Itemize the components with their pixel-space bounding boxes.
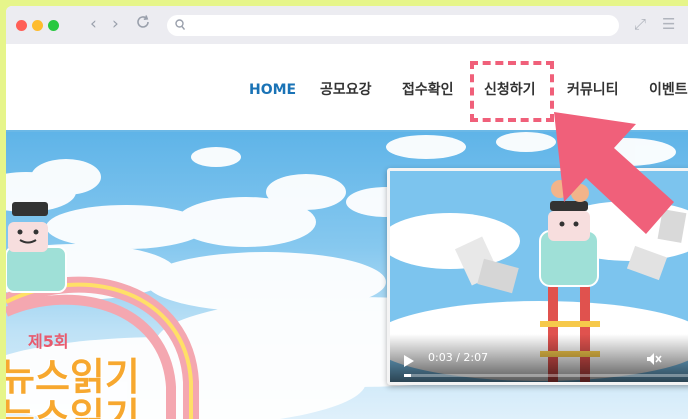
hero-edition: 제5회 bbox=[28, 332, 69, 351]
menu-icon[interactable]: ☰ bbox=[662, 15, 675, 33]
close-window-icon[interactable] bbox=[16, 20, 27, 31]
back-arrow-icon[interactable]: ‹ bbox=[90, 14, 97, 34]
maximize-window-icon[interactable] bbox=[48, 20, 59, 31]
address-bar[interactable] bbox=[167, 15, 619, 36]
hero-title-line1: 뉴스읽기 bbox=[6, 355, 140, 399]
minimize-window-icon[interactable] bbox=[32, 20, 43, 31]
video-progress-fill bbox=[404, 374, 411, 377]
forward-arrow-icon[interactable]: › bbox=[112, 14, 119, 34]
apply-highlight-box bbox=[470, 61, 554, 122]
video-controls: 0:03 / 2:07 bbox=[390, 334, 688, 382]
nav-contest-guide[interactable]: 공모요강 bbox=[320, 80, 372, 100]
main-navigation: HOME 공모요강 접수확인 신청하기 커뮤니티 이벤트 bbox=[6, 80, 688, 104]
play-icon[interactable] bbox=[404, 355, 414, 367]
video-timecode: 0:03 / 2:07 bbox=[428, 351, 489, 364]
nav-event[interactable]: 이벤트 bbox=[649, 80, 688, 100]
reload-icon[interactable] bbox=[134, 13, 152, 36]
video-player[interactable]: 0:03 / 2:07 bbox=[387, 168, 688, 385]
hero-title-line2: 뉴스읽기 bbox=[6, 395, 140, 419]
nav-submission-check[interactable]: 접수확인 bbox=[402, 80, 454, 100]
browser-toolbar: ‹ › ⤢ ☰ bbox=[6, 6, 688, 44]
mute-icon[interactable] bbox=[646, 352, 662, 366]
fullscreen-icon[interactable]: ⤢ bbox=[634, 15, 646, 33]
video-progress-bar[interactable] bbox=[404, 374, 688, 377]
browser-window: ‹ › ⤢ ☰ HOME 공모요강 접수확인 신청하기 커뮤니티 이벤트 제5회… bbox=[6, 6, 688, 419]
site-header: HOME 공모요강 접수확인 신청하기 커뮤니티 이벤트 bbox=[6, 44, 688, 132]
nav-community[interactable]: 커뮤니티 bbox=[567, 80, 619, 100]
search-icon bbox=[175, 19, 185, 30]
nav-home[interactable]: HOME bbox=[249, 80, 296, 100]
